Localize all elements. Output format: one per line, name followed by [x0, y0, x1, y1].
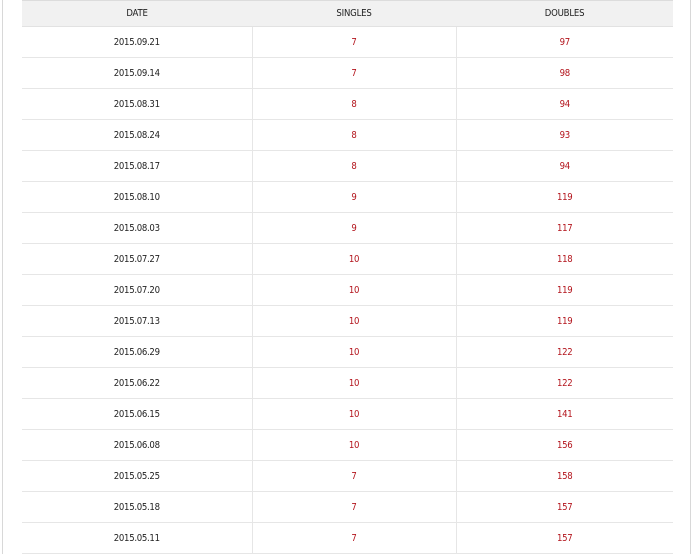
doubles-rank-cell: 158	[456, 460, 673, 492]
doubles-rank-cell: 157	[456, 522, 673, 554]
panel-left-border	[2, 0, 3, 554]
date-cell: 2015.05.18	[22, 491, 253, 523]
table-row: 2015.06.15 10 141	[22, 398, 673, 430]
doubles-rank-cell: 117	[456, 212, 673, 244]
doubles-rank-cell: 122	[456, 367, 673, 399]
table-row: 2015.08.31 8 94	[22, 88, 673, 120]
table-row: 2015.05.25 7 158	[22, 460, 673, 492]
date-cell: 2015.06.29	[22, 336, 253, 368]
date-cell: 2015.09.14	[22, 57, 253, 89]
table-header: DATE SINGLES DOUBLES	[22, 0, 673, 27]
doubles-rank-cell: 98	[456, 57, 673, 89]
doubles-rank-cell: 94	[456, 150, 673, 182]
table-row: 2015.07.27 10 118	[22, 243, 673, 275]
table-row: 2015.08.24 8 93	[22, 119, 673, 151]
date-cell: 2015.09.21	[22, 26, 253, 58]
column-header-singles: SINGLES	[252, 0, 456, 27]
date-cell: 2015.08.17	[22, 150, 253, 182]
date-cell: 2015.08.10	[22, 181, 253, 213]
date-cell: 2015.08.24	[22, 119, 253, 151]
singles-rank-cell: 10	[252, 305, 457, 337]
date-cell: 2015.07.13	[22, 305, 253, 337]
ranking-history-table: DATE SINGLES DOUBLES 2015.09.21 7 97 2015.0…	[22, 0, 673, 554]
table-row: 2015.07.13 10 119	[22, 305, 673, 337]
singles-rank-cell: 8	[252, 150, 457, 182]
singles-rank-cell: 9	[252, 181, 457, 213]
singles-rank-cell: 10	[252, 429, 457, 461]
table-row: 2015.05.11 7 157	[22, 522, 673, 554]
singles-rank-cell: 7	[252, 522, 457, 554]
doubles-rank-cell: 97	[456, 26, 673, 58]
date-cell: 2015.06.22	[22, 367, 253, 399]
date-cell: 2015.05.25	[22, 460, 253, 492]
table-row: 2015.09.14 7 98	[22, 57, 673, 89]
doubles-rank-cell: 119	[456, 274, 673, 306]
singles-rank-cell: 7	[252, 26, 457, 58]
table-row: 2015.06.22 10 122	[22, 367, 673, 399]
doubles-rank-cell: 93	[456, 119, 673, 151]
doubles-rank-cell: 119	[456, 181, 673, 213]
table-row: 2015.08.03 9 117	[22, 212, 673, 244]
singles-rank-cell: 7	[252, 57, 457, 89]
panel-right-border	[690, 0, 691, 554]
doubles-rank-cell: 156	[456, 429, 673, 461]
date-cell: 2015.08.31	[22, 88, 253, 120]
singles-rank-cell: 8	[252, 119, 457, 151]
ranking-history-panel: DATE SINGLES DOUBLES 2015.09.21 7 97 2015.0…	[0, 0, 692, 554]
doubles-rank-cell: 122	[456, 336, 673, 368]
doubles-rank-cell: 118	[456, 243, 673, 275]
singles-rank-cell: 10	[252, 398, 457, 430]
date-cell: 2015.05.11	[22, 522, 253, 554]
doubles-rank-cell: 94	[456, 88, 673, 120]
date-cell: 2015.07.27	[22, 243, 253, 275]
singles-rank-cell: 7	[252, 460, 457, 492]
date-cell: 2015.06.15	[22, 398, 253, 430]
table-row: 2015.09.21 7 97	[22, 26, 673, 58]
singles-rank-cell: 10	[252, 274, 457, 306]
doubles-rank-cell: 141	[456, 398, 673, 430]
column-header-date: DATE	[22, 0, 252, 27]
doubles-rank-cell: 119	[456, 305, 673, 337]
singles-rank-cell: 10	[252, 243, 457, 275]
table-body: 2015.09.21 7 97 2015.09.14 7 98 2015.08.31 8 94 2…	[22, 26, 673, 554]
table-row: 2015.07.20 10 119	[22, 274, 673, 306]
doubles-rank-cell: 157	[456, 491, 673, 523]
singles-rank-cell: 7	[252, 491, 457, 523]
table-row: 2015.08.17 8 94	[22, 150, 673, 182]
table-row: 2015.08.10 9 119	[22, 181, 673, 213]
singles-rank-cell: 10	[252, 336, 457, 368]
date-cell: 2015.06.08	[22, 429, 253, 461]
singles-rank-cell: 8	[252, 88, 457, 120]
date-cell: 2015.08.03	[22, 212, 253, 244]
table-row: 2015.06.29 10 122	[22, 336, 673, 368]
table-row: 2015.06.08 10 156	[22, 429, 673, 461]
singles-rank-cell: 9	[252, 212, 457, 244]
column-header-doubles: DOUBLES	[456, 0, 673, 27]
header-row: DATE SINGLES DOUBLES	[22, 0, 673, 27]
singles-rank-cell: 10	[252, 367, 457, 399]
date-cell: 2015.07.20	[22, 274, 253, 306]
table-row: 2015.05.18 7 157	[22, 491, 673, 523]
